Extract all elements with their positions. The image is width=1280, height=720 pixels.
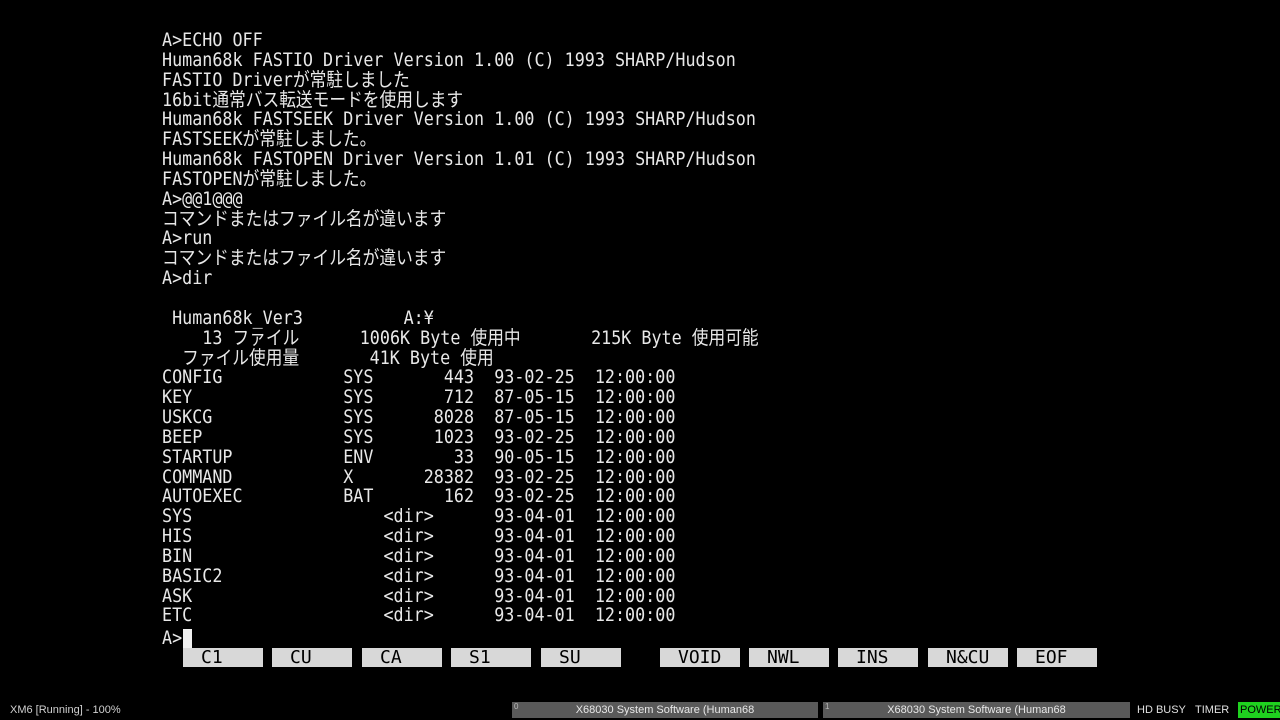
disk-slot-0[interactable]: 0 X68030 System Software (Human68 (512, 702, 818, 718)
dir-entry: ETC <dir> 93-04-01 12:00:00 (162, 604, 676, 627)
disk-slot-0-label: X68030 System Software (Human68 (575, 704, 755, 716)
disk-slot-1-index: 1 (825, 702, 830, 711)
fkey-cu[interactable]: CU (272, 648, 352, 667)
terminal-output: A>ECHO OFF Human68k FASTIO Driver Versio… (162, 29, 759, 627)
power-indicator: POWER (1238, 702, 1280, 718)
fkey-ca[interactable]: CA (362, 648, 442, 667)
disk-slot-1[interactable]: 1 X68030 System Software (Human68 (823, 702, 1130, 718)
dir-entry: BIN <dir> 93-04-01 12:00:00 (162, 544, 676, 567)
dir-entry: USKCG SYS 8028 87-05-15 12:00:00 (162, 406, 676, 429)
disk-slot-0-index: 0 (514, 702, 519, 711)
fkey-eof[interactable]: EOF (1017, 648, 1097, 667)
fkey-ins[interactable]: INS (838, 648, 918, 667)
fkey-su[interactable]: SU (541, 648, 621, 667)
terminal-line: A>@@1@@@ (162, 187, 243, 210)
terminal-line: コマンドまたはファイル名が違います (162, 247, 447, 270)
terminal-line: FASTIO Driverが常駐しました (162, 68, 410, 91)
fkey-nwl[interactable]: NWL (749, 648, 829, 667)
emulator-status: XM6 [Running] - 100% (10, 704, 121, 716)
fkey-s1[interactable]: S1 (451, 648, 531, 667)
fkey-void[interactable]: VOID (660, 648, 740, 667)
terminal-line: A>ECHO OFF (162, 29, 263, 51)
dir-entry: STARTUP ENV 33 90-05-15 12:00:00 (162, 445, 676, 468)
terminal-line: FASTOPENが常駐しました。 (162, 167, 377, 190)
status-bar: XM6 [Running] - 100% 0 X68030 System Sof… (0, 700, 1280, 720)
dir-entry: BEEP SYS 1023 93-02-25 12:00:00 (162, 425, 676, 448)
terminal-line: コマンドまたはファイル名が違います (162, 207, 447, 230)
hd-busy-indicator: HD BUSY (1137, 704, 1186, 716)
command-prompt: A> (162, 627, 183, 649)
dir-entry: HIS <dir> 93-04-01 12:00:00 (162, 525, 676, 548)
fkey-ncu[interactable]: N&CU (928, 648, 1008, 667)
timer-indicator: TIMER (1195, 704, 1230, 716)
terminal-line: Human68k FASTOPEN Driver Version 1.01 (C… (162, 148, 756, 171)
function-key-bar: C1 CU CA S1 SU VOID NWL INS N&CU EOF (0, 648, 1280, 667)
terminal-line: A>dir (162, 267, 213, 290)
dir-usage-summary: 13 ファイル 1006K Byte 使用中 215K Byte 使用可能 (162, 326, 759, 349)
dir-entry: BASIC2 <dir> 93-04-01 12:00:00 (162, 564, 676, 587)
disk-slot-1-label: X68030 System Software (Human68 (887, 704, 1066, 716)
text-cursor[interactable] (183, 629, 192, 648)
fkey-c1[interactable]: C1 (183, 648, 263, 667)
terminal-line: Human68k FASTIO Driver Version 1.00 (C) … (162, 48, 736, 71)
dir-volume-header: Human68k_Ver3 A:¥ (162, 306, 434, 329)
emulator-screen[interactable]: A>ECHO OFF Human68k FASTIO Driver Versio… (0, 0, 1280, 700)
